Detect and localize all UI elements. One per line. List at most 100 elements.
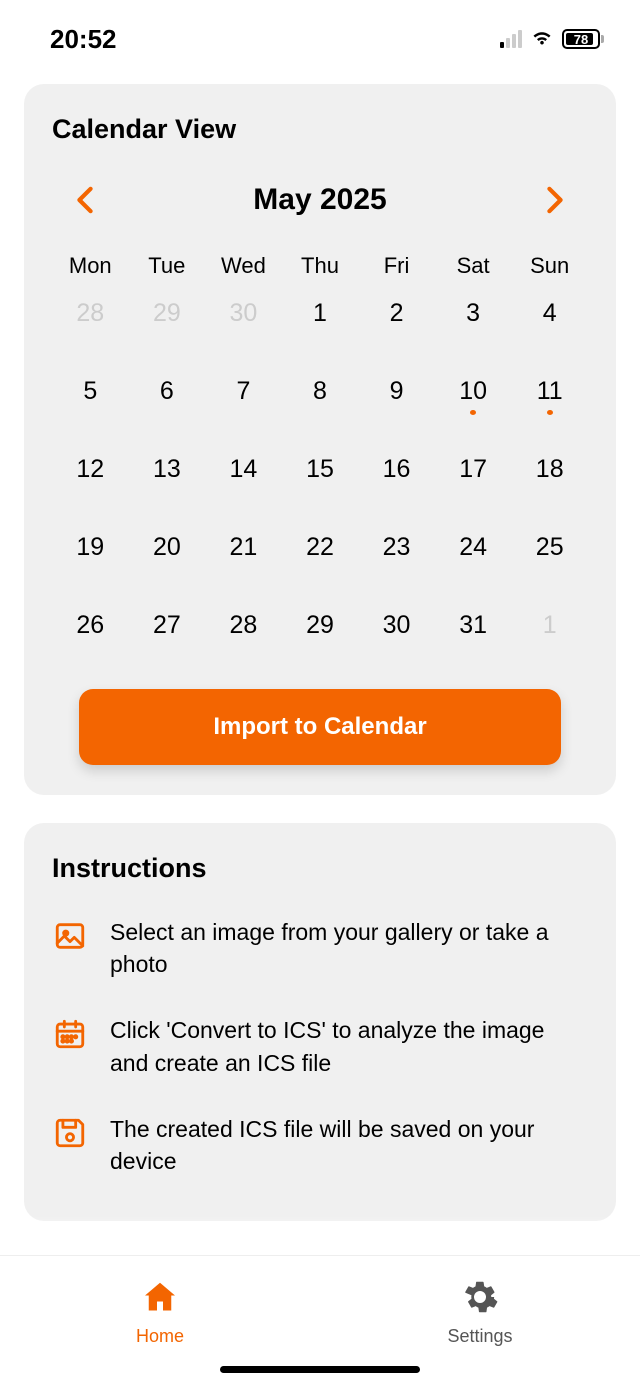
instruction-text: Click 'Convert to ICS' to analyze the im… bbox=[110, 1014, 588, 1078]
chevron-left-icon bbox=[76, 186, 94, 214]
chevron-right-icon bbox=[546, 186, 564, 214]
calendar-title: Calendar View bbox=[52, 114, 588, 145]
day-cell[interactable]: 30 bbox=[358, 611, 435, 649]
month-navigation: May 2025 bbox=[52, 183, 588, 217]
day-cell[interactable]: 28 bbox=[205, 611, 282, 649]
day-cell[interactable]: 5 bbox=[52, 377, 129, 415]
day-number: 8 bbox=[313, 377, 327, 406]
weekday-label: Mon bbox=[52, 253, 129, 279]
battery-indicator: 78 bbox=[562, 29, 604, 49]
day-cell[interactable]: 26 bbox=[52, 611, 129, 649]
day-cell[interactable]: 22 bbox=[282, 533, 359, 571]
image-icon bbox=[52, 918, 88, 954]
day-cell[interactable]: 20 bbox=[129, 533, 206, 571]
day-number: 19 bbox=[76, 533, 104, 562]
day-number: 16 bbox=[383, 455, 411, 484]
day-cell[interactable]: 29 bbox=[282, 611, 359, 649]
weekday-label: Wed bbox=[205, 253, 282, 279]
day-number: 23 bbox=[383, 533, 411, 562]
day-cell[interactable]: 29 bbox=[129, 299, 206, 337]
day-number: 6 bbox=[160, 377, 174, 406]
wifi-icon bbox=[530, 27, 554, 52]
instruction-item: Click 'Convert to ICS' to analyze the im… bbox=[52, 1014, 588, 1078]
nav-settings-label: Settings bbox=[447, 1326, 512, 1347]
day-cell[interactable]: 2 bbox=[358, 299, 435, 337]
day-cell[interactable]: 10 bbox=[435, 377, 512, 415]
day-cell[interactable]: 9 bbox=[358, 377, 435, 415]
import-button[interactable]: Import to Calendar bbox=[79, 689, 561, 765]
day-number: 7 bbox=[236, 377, 250, 406]
day-number: 11 bbox=[537, 377, 563, 406]
day-cell[interactable]: 31 bbox=[435, 611, 512, 649]
day-number: 29 bbox=[153, 299, 181, 328]
battery-level: 78 bbox=[574, 32, 588, 47]
weekday-label: Sun bbox=[511, 253, 588, 279]
weekday-header: MonTueWedThuFriSatSun bbox=[52, 253, 588, 279]
day-cell[interactable]: 17 bbox=[435, 455, 512, 493]
day-number: 20 bbox=[153, 533, 181, 562]
event-dot-icon bbox=[470, 410, 476, 415]
day-cell[interactable]: 13 bbox=[129, 455, 206, 493]
status-time: 20:52 bbox=[50, 24, 117, 55]
day-number: 15 bbox=[306, 455, 334, 484]
status-bar: 20:52 78 bbox=[0, 0, 640, 60]
day-cell[interactable]: 1 bbox=[282, 299, 359, 337]
day-cell[interactable]: 4 bbox=[511, 299, 588, 337]
day-cell[interactable]: 28 bbox=[52, 299, 129, 337]
day-number: 27 bbox=[153, 611, 181, 640]
day-cell[interactable]: 14 bbox=[205, 455, 282, 493]
day-cell[interactable]: 8 bbox=[282, 377, 359, 415]
day-number: 30 bbox=[230, 299, 258, 328]
day-number: 26 bbox=[76, 611, 104, 640]
gear-icon bbox=[462, 1279, 498, 1320]
day-cell[interactable]: 19 bbox=[52, 533, 129, 571]
day-cell[interactable]: 30 bbox=[205, 299, 282, 337]
day-cell[interactable]: 27 bbox=[129, 611, 206, 649]
day-cell[interactable]: 18 bbox=[511, 455, 588, 493]
home-indicator[interactable] bbox=[220, 1366, 420, 1373]
event-dot-icon bbox=[547, 410, 553, 415]
instruction-text: Select an image from your gallery or tak… bbox=[110, 916, 588, 980]
day-number: 12 bbox=[76, 455, 104, 484]
prev-month-button[interactable] bbox=[70, 185, 100, 215]
instructions-card: Instructions Select an image from your g… bbox=[24, 823, 616, 1221]
status-indicators: 78 bbox=[500, 27, 604, 52]
day-number: 1 bbox=[313, 299, 327, 328]
day-cell[interactable]: 3 bbox=[435, 299, 512, 337]
day-number: 1 bbox=[543, 611, 557, 640]
day-cell[interactable]: 16 bbox=[358, 455, 435, 493]
day-cell[interactable]: 1 bbox=[511, 611, 588, 649]
instruction-item: The created ICS file will be saved on yo… bbox=[52, 1113, 588, 1177]
day-number: 18 bbox=[536, 455, 564, 484]
day-cell[interactable]: 15 bbox=[282, 455, 359, 493]
home-icon bbox=[142, 1279, 178, 1320]
day-cell[interactable]: 21 bbox=[205, 533, 282, 571]
day-number: 17 bbox=[459, 455, 487, 484]
day-number: 5 bbox=[83, 377, 97, 406]
next-month-button[interactable] bbox=[540, 185, 570, 215]
day-cell[interactable]: 24 bbox=[435, 533, 512, 571]
day-number: 28 bbox=[76, 299, 104, 328]
day-cell[interactable]: 6 bbox=[129, 377, 206, 415]
day-number: 4 bbox=[543, 299, 557, 328]
day-cell[interactable]: 23 bbox=[358, 533, 435, 571]
day-number: 31 bbox=[459, 611, 487, 640]
day-number: 28 bbox=[230, 611, 258, 640]
day-number: 22 bbox=[306, 533, 334, 562]
day-number: 3 bbox=[466, 299, 480, 328]
day-cell[interactable]: 12 bbox=[52, 455, 129, 493]
day-number: 14 bbox=[230, 455, 258, 484]
day-cell[interactable]: 25 bbox=[511, 533, 588, 571]
weekday-label: Thu bbox=[282, 253, 359, 279]
weekday-label: Sat bbox=[435, 253, 512, 279]
day-cell[interactable]: 11 bbox=[511, 377, 588, 415]
day-number: 29 bbox=[306, 611, 334, 640]
day-cell[interactable]: 7 bbox=[205, 377, 282, 415]
nav-home-label: Home bbox=[136, 1326, 184, 1347]
month-label: May 2025 bbox=[253, 183, 386, 217]
day-number: 25 bbox=[536, 533, 564, 562]
weekday-label: Fri bbox=[358, 253, 435, 279]
day-number: 10 bbox=[459, 377, 487, 406]
day-number: 21 bbox=[230, 533, 258, 562]
days-grid: 2829301234567891011121314151617181920212… bbox=[52, 299, 588, 649]
